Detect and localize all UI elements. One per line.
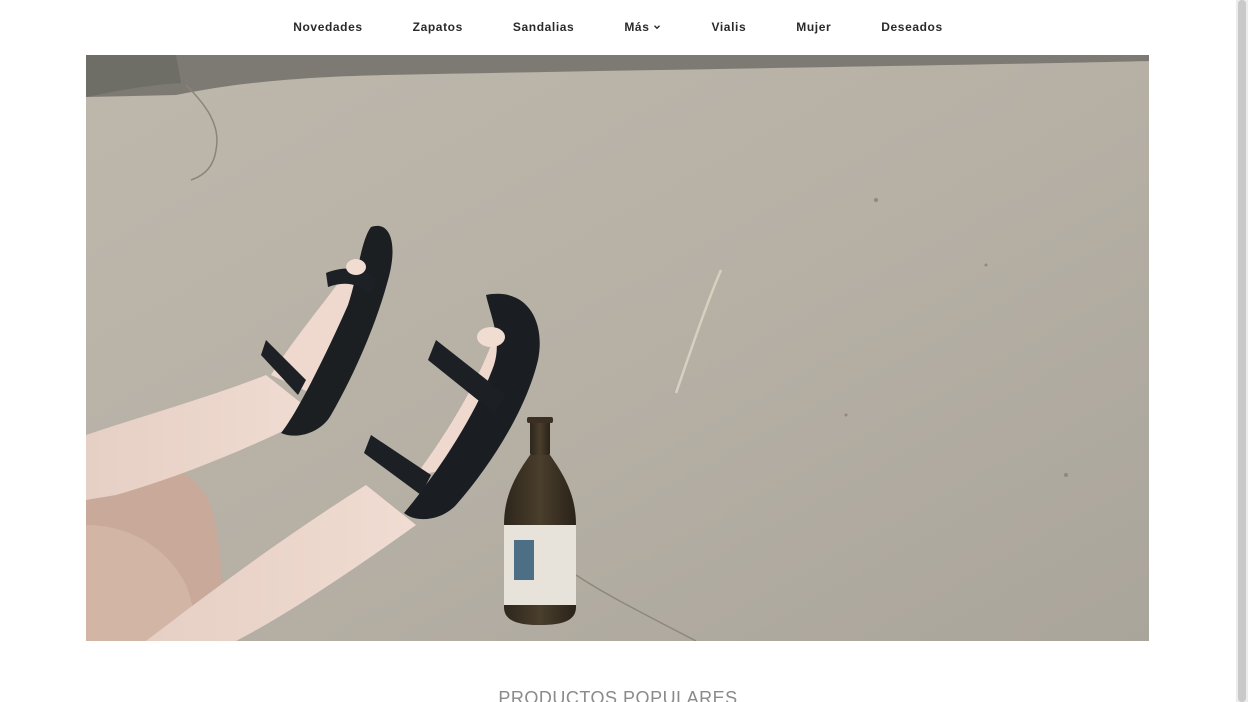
hero-photo — [86, 55, 1149, 641]
popular-products-title: PRODUCTOS POPULARES — [498, 688, 738, 702]
hero-banner[interactable] — [86, 55, 1149, 641]
top-navigation: Novedades Zapatos Sandalias Más Vialis M… — [0, 0, 1236, 54]
nav-label: Mujer — [796, 20, 832, 34]
nav-item-mas-dropdown[interactable]: Más — [599, 14, 686, 40]
chevron-down-icon — [654, 25, 661, 30]
nav-item-deseados[interactable]: Deseados — [856, 14, 968, 40]
nav-label: Novedades — [293, 20, 363, 34]
nav-item-mujer[interactable]: Mujer — [771, 14, 856, 40]
scrollbar-thumb[interactable] — [1238, 0, 1246, 702]
nav-label: Zapatos — [412, 20, 463, 34]
nav-item-sandalias[interactable]: Sandalias — [488, 14, 599, 40]
page: Novedades Zapatos Sandalias Más Vialis M… — [0, 0, 1248, 702]
nav-item-vialis[interactable]: Vialis — [686, 14, 771, 40]
nav-label: Sandalias — [512, 20, 575, 34]
vertical-scrollbar[interactable] — [1236, 0, 1248, 702]
nav-item-zapatos[interactable]: Zapatos — [388, 14, 488, 40]
nav-item-novedades[interactable]: Novedades — [268, 14, 387, 40]
nav-label: Deseados — [881, 20, 943, 34]
nav-label: Más — [624, 20, 650, 34]
nav-label: Vialis — [711, 20, 747, 34]
